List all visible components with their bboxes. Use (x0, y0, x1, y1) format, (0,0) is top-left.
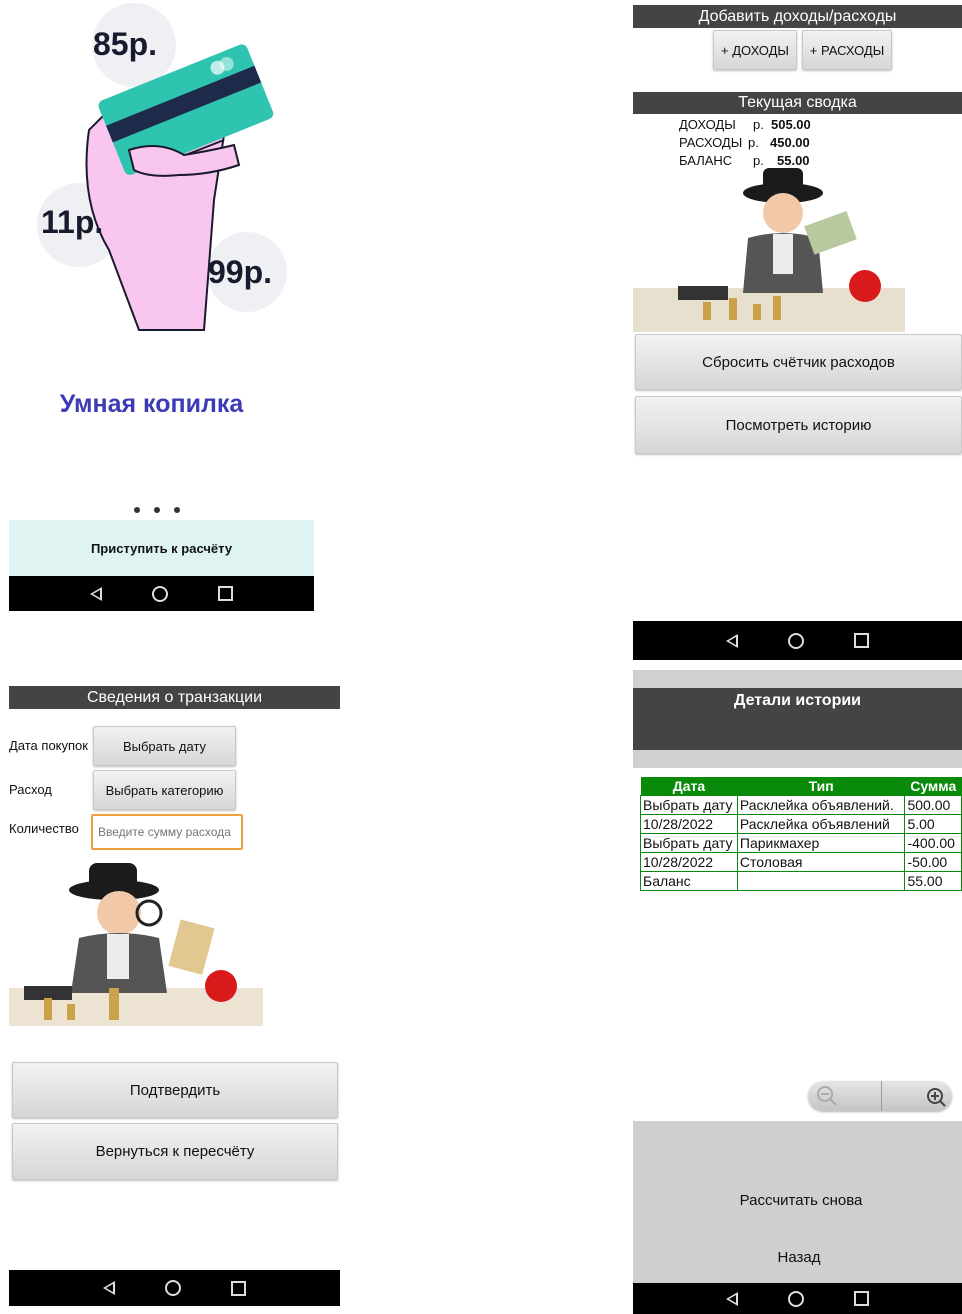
summary-header: Текущая сводка (633, 92, 962, 114)
back-icon[interactable] (103, 1281, 115, 1295)
zoom-out-icon (817, 1086, 837, 1106)
home-icon[interactable] (165, 1280, 181, 1296)
date-label: Дата покупок (9, 738, 88, 753)
recent-apps-icon[interactable] (218, 586, 233, 601)
boy-with-magnifier-image (9, 863, 263, 1026)
splash-screen: 85р. 11р. 99р. Умная копилка Приступить … (9, 0, 314, 611)
history-screen: Детали истории Дата Тип Сумма Выбрать да… (633, 670, 962, 1314)
table-row: Выбрать дату Расклейка объявлений. 500.0… (640, 795, 962, 815)
column-type: Тип (737, 777, 905, 796)
navigation-bar (633, 1283, 962, 1314)
table-row: 10/28/2022 Расклейка объявлений 5.00 (640, 814, 962, 834)
back-icon[interactable] (90, 586, 102, 601)
home-icon[interactable] (788, 632, 804, 649)
back-to-recalc-button[interactable]: Вернуться к пересчёту (12, 1123, 338, 1180)
table-row: Выбрать дату Парикмахер -400.00 (640, 833, 962, 853)
start-button[interactable]: Приступить к расчёту (9, 520, 314, 576)
history-table: Дата Тип Сумма Выбрать дату Расклейка об… (640, 777, 962, 891)
transaction-header: Сведения о транзакции (9, 686, 340, 709)
table-row: Баланс 55.00 (640, 871, 962, 891)
recent-apps-icon[interactable] (231, 1280, 246, 1296)
table-row: 10/28/2022 Столовая -50.00 (640, 852, 962, 872)
amount-input[interactable] (91, 814, 243, 850)
navigation-bar (633, 621, 962, 660)
navigation-bar (9, 1270, 340, 1306)
price-label-85: 85р. (93, 26, 158, 62)
main-screen: Добавить доходы/расходы + ДОХОДЫ + РАСХО… (633, 0, 962, 660)
loading-dots (127, 500, 187, 518)
income-button[interactable]: + ДОХОДЫ (713, 30, 797, 70)
expense-button[interactable]: + РАСХОДЫ (802, 30, 892, 70)
reset-expenses-button[interactable]: Сбросить счётчик расходов (635, 334, 962, 390)
zoom-in-button[interactable] (882, 1081, 953, 1111)
home-icon[interactable] (788, 1290, 804, 1307)
zoom-in-icon (927, 1088, 946, 1107)
column-date: Дата (640, 777, 738, 796)
summary-row-income: ДОХОДЫ р. 505.00 (679, 117, 811, 132)
summary-table: ДОХОДЫ р. 505.00 РАСХОДЫ р. 450.00 БАЛАН… (679, 116, 811, 170)
back-button[interactable]: Назад (633, 1249, 962, 1266)
amount-label: Количество (9, 821, 79, 836)
price-label-11: 11р. (41, 204, 104, 240)
expense-label: Расход (9, 782, 52, 797)
select-date-button[interactable]: Выбрать дату (93, 726, 236, 766)
recent-apps-icon[interactable] (854, 633, 869, 648)
add-header: Добавить доходы/расходы (633, 5, 962, 28)
back-icon[interactable] (726, 633, 738, 648)
history-header: Детали истории (633, 688, 962, 750)
recalculate-button[interactable]: Рассчитать снова (633, 1192, 962, 1209)
home-icon[interactable] (152, 585, 168, 602)
recent-apps-icon[interactable] (854, 1291, 869, 1306)
boy-with-money-image (633, 168, 905, 332)
column-amount: Сумма (904, 777, 962, 796)
zoom-out-button[interactable] (808, 1081, 882, 1111)
transaction-screen: Сведения о транзакции Дата покупок Выбра… (9, 686, 340, 1306)
table-header-row: Дата Тип Сумма (640, 777, 962, 796)
price-label-99: 99р. (208, 254, 273, 290)
app-title: Умная копилка (59, 390, 244, 418)
view-history-button[interactable]: Посмотреть историю (635, 396, 962, 454)
history-top-strip (633, 670, 962, 688)
zoom-control (808, 1081, 952, 1111)
confirm-button[interactable]: Подтвердить (12, 1062, 338, 1118)
summary-row-expense: РАСХОДЫ р. 450.00 (679, 135, 810, 150)
history-header-strip (633, 750, 962, 768)
select-category-button[interactable]: Выбрать категорию (93, 770, 236, 810)
navigation-bar (9, 576, 314, 611)
back-icon[interactable] (726, 1291, 738, 1306)
